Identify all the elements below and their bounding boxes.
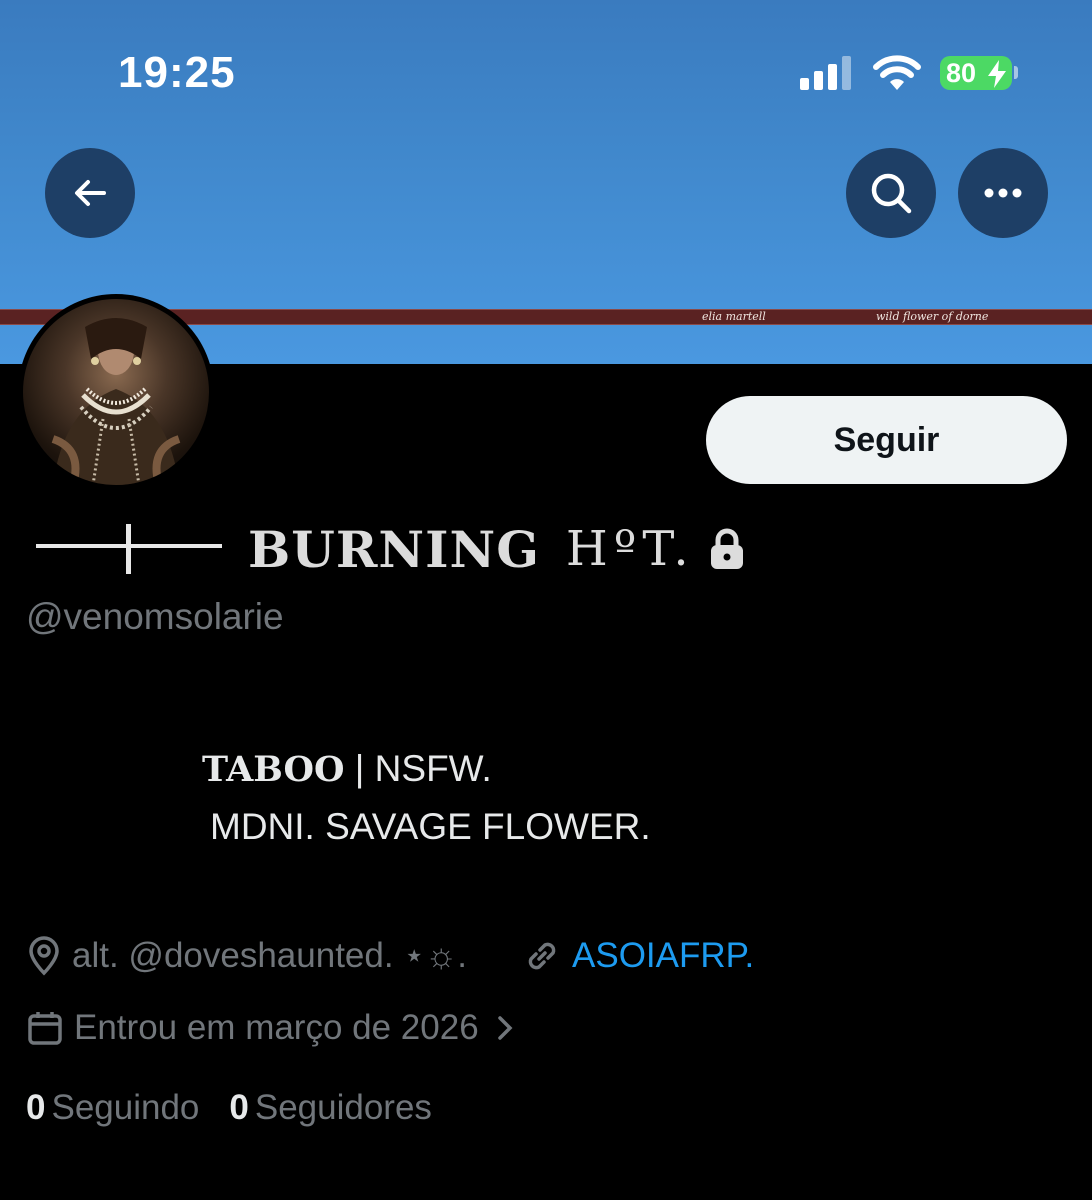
location-pin-icon: [29, 936, 59, 976]
username-handle: @venomsolarie: [26, 596, 284, 637]
following-stat[interactable]: 0 Seguindo: [26, 1088, 199, 1128]
more-options-button[interactable]: [958, 148, 1048, 238]
bio-rest-text: | NSFW.: [344, 748, 492, 789]
following-label: Seguindo: [51, 1088, 200, 1127]
avatar[interactable]: [18, 294, 214, 490]
banner-strip-text-right: wild flower of dorne: [876, 310, 989, 323]
battery-tip: [1014, 66, 1018, 79]
followers-label: Seguidores: [254, 1088, 432, 1127]
bio-line-1: TABOO | NSFW.: [202, 748, 492, 790]
display-name-part-1: BURNING: [248, 519, 540, 579]
website-link[interactable]: ASOIAFRP.: [572, 936, 754, 976]
location-text: alt. @doveshaunted. ⋆☼.: [72, 936, 468, 975]
status-time: 19:25: [118, 48, 236, 97]
display-name-part-2: HºT.: [565, 521, 695, 577]
search-button[interactable]: [846, 148, 936, 238]
joined-date[interactable]: Entrou em março de 2026: [26, 1008, 515, 1048]
display-name: BURNING HºT.: [36, 516, 745, 582]
arrow-left-icon: [75, 180, 106, 206]
cellular-signal-icon: [800, 56, 852, 90]
website[interactable]: ASOIAFRP.: [522, 936, 754, 976]
chevron-right-icon: [497, 1016, 513, 1040]
search-icon: [871, 173, 912, 214]
cross-glyph-icon: [36, 524, 222, 574]
banner-strip-text-left: elia martell: [702, 310, 766, 323]
back-button[interactable]: [45, 148, 135, 238]
link-icon: [528, 942, 556, 970]
bio-line-2: MDNI. SAVAGE FLOWER.: [210, 806, 651, 847]
battery-level: 80: [946, 58, 977, 88]
follow-button[interactable]: Seguir: [706, 396, 1067, 484]
calendar-icon: [28, 1012, 62, 1045]
following-count: 0: [26, 1088, 46, 1127]
more-horizontal-icon: [984, 188, 1022, 198]
location: alt. @doveshaunted. ⋆☼.: [26, 936, 467, 976]
bio-bold-text: TABOO: [202, 749, 345, 790]
followers-count: 0: [229, 1088, 249, 1127]
charging-bolt-icon: [988, 60, 1006, 88]
lock-icon: [710, 528, 743, 569]
follow-stats: 0 Seguindo 0 Seguidores: [26, 1088, 462, 1128]
avatar-image: [23, 299, 209, 485]
joined-text: Entrou em março de 2026: [74, 1008, 479, 1047]
followers-stat[interactable]: 0 Seguidores: [229, 1088, 432, 1128]
wifi-icon: [873, 55, 921, 90]
